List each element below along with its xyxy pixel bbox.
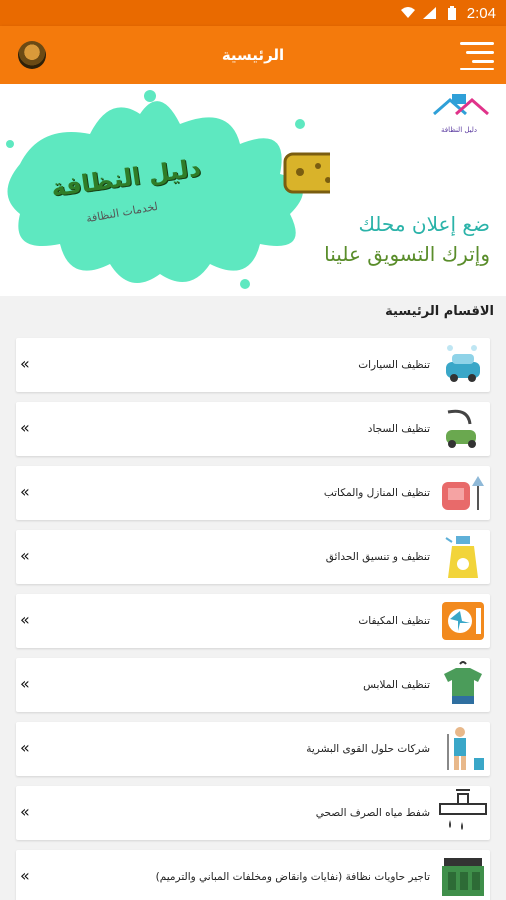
wifi-icon bbox=[400, 7, 415, 18]
ad-banner[interactable]: دليل النظافة لخدمات النظافة دليل النظافة… bbox=[0, 84, 506, 296]
cleaner-worker-icon bbox=[447, 727, 484, 770]
status-bar: 2:04 bbox=[0, 0, 506, 26]
clothes-icon bbox=[444, 661, 482, 704]
list-item[interactable]: تنظيف المكيفات « bbox=[16, 594, 490, 648]
category-list: تنظيف السيارات « تنظيف السجاد « تنظيف ال… bbox=[16, 338, 490, 900]
svg-text:دليل النظافة: دليل النظافة bbox=[441, 126, 477, 134]
chevron-double-left-icon: « bbox=[20, 802, 30, 821]
chevron-double-left-icon: « bbox=[20, 482, 30, 501]
status-time: 2:04 bbox=[466, 4, 496, 22]
list-item[interactable]: تنظيف الملابس « bbox=[16, 658, 490, 712]
car-wash-icon bbox=[446, 345, 480, 382]
banner-tagline-2: وإترك التسويق علينا bbox=[324, 242, 490, 266]
list-item-label: تاجير حاويات نظافة (نفايات وانقاض ومخلفا… bbox=[155, 871, 430, 883]
chevron-double-left-icon: « bbox=[20, 546, 30, 565]
chevron-double-left-icon: « bbox=[20, 866, 30, 885]
list-item[interactable]: تنظيف السجاد « bbox=[16, 402, 490, 456]
list-item-label: تنظيف السيارات bbox=[358, 359, 430, 371]
menu-icon[interactable] bbox=[460, 40, 494, 70]
air-conditioner-icon bbox=[442, 602, 484, 640]
list-item-label: تنظيف المكيفات bbox=[358, 615, 430, 627]
chevron-double-left-icon: « bbox=[20, 354, 30, 373]
list-item-label: تنظيف الملابس bbox=[363, 679, 430, 691]
list-item-label: شفط مياه الصرف الصحي bbox=[315, 807, 430, 819]
app-bar: الرئيسية bbox=[0, 26, 506, 84]
list-item-label: تنظيف المنازل والمكاتب bbox=[323, 487, 430, 499]
list-item[interactable]: تاجير حاويات نظافة (نفايات وانقاض ومخلفا… bbox=[16, 850, 490, 900]
battery-icon bbox=[447, 6, 456, 20]
chevron-double-left-icon: « bbox=[20, 610, 30, 629]
armchair-lamp-icon bbox=[442, 476, 484, 510]
vacuum-cleaner-icon bbox=[446, 409, 476, 448]
list-item[interactable]: تنظيف و تنسيق الحدائق « bbox=[16, 530, 490, 584]
list-item-label: تنظيف السجاد bbox=[367, 423, 430, 435]
banner-tagline-1: ضع إعلان محلك bbox=[358, 212, 490, 236]
sewage-pipe-icon bbox=[439, 789, 487, 830]
chevron-double-left-icon: « bbox=[20, 674, 30, 693]
signal-icon bbox=[422, 7, 436, 19]
list-item[interactable]: تنظيف السيارات « bbox=[16, 338, 490, 392]
chevron-double-left-icon: « bbox=[20, 738, 30, 757]
house-logo-icon: دليل النظافة bbox=[433, 94, 489, 134]
list-item-label: تنظيف و تنسيق الحدائق bbox=[325, 551, 430, 563]
list-item[interactable]: شركات حلول القوى البشرية « bbox=[16, 722, 490, 776]
list-item[interactable]: شفط مياه الصرف الصحي « bbox=[16, 786, 490, 840]
section-title: الاقسام الرئيسية bbox=[385, 304, 494, 319]
list-item[interactable]: تنظيف المنازل والمكاتب « bbox=[16, 466, 490, 520]
spray-bottle-icon bbox=[445, 536, 478, 578]
dumpster-icon bbox=[442, 858, 484, 896]
chevron-double-left-icon: « bbox=[20, 418, 30, 437]
page-title: الرئيسية bbox=[221, 46, 285, 64]
list-item-label: شركات حلول القوى البشرية bbox=[306, 743, 430, 755]
